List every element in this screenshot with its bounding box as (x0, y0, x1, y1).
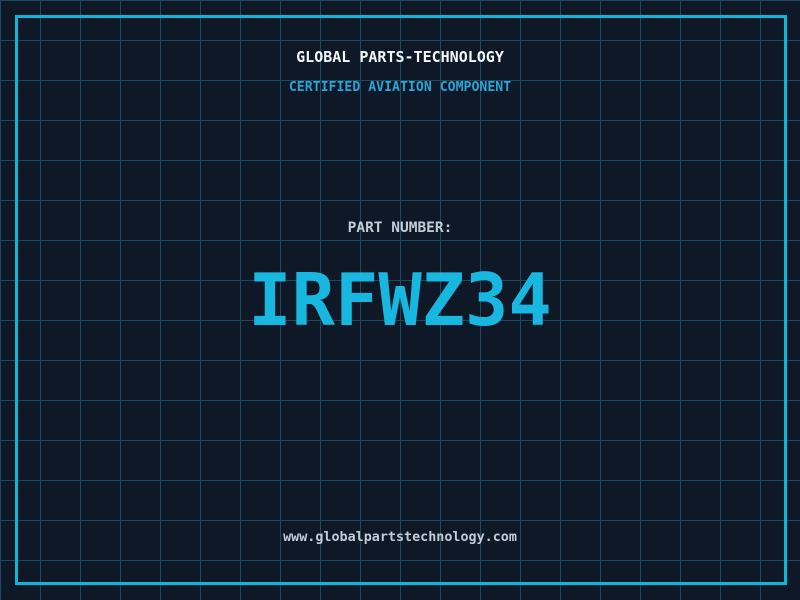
part-number-value: IRFWZ34 (248, 258, 552, 342)
company-title: GLOBAL PARTS-TECHNOLOGY (296, 48, 504, 66)
certification-subtitle: CERTIFIED AVIATION COMPONENT (288, 80, 512, 95)
part-number-label: PART NUMBER: (347, 220, 453, 236)
blueprint-page: GLOBAL PARTS-TECHNOLOGY CERTIFIED AVIATI… (0, 0, 800, 600)
website-url: www.globalpartstechnology.com (283, 530, 517, 545)
